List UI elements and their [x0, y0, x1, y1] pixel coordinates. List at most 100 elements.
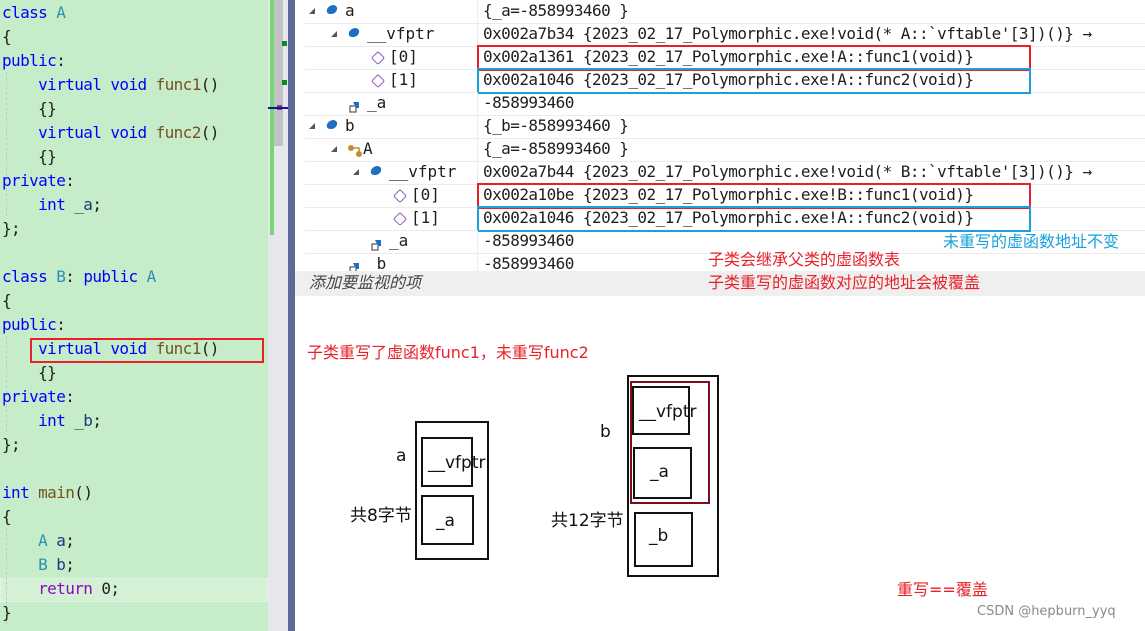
collapse-triangle-icon[interactable] — [309, 8, 315, 14]
watch-row[interactable]: _a -858993460 — [305, 92, 1145, 116]
code-token: : — [65, 267, 84, 286]
code-token: main — [38, 483, 75, 502]
column-separator — [477, 161, 478, 184]
field-icon — [349, 97, 359, 113]
code-token: _b — [74, 411, 93, 430]
object-icon — [369, 166, 383, 175]
code-line: private: — [2, 385, 75, 409]
code-token: int — [2, 483, 39, 502]
column-separator — [477, 138, 478, 161]
pane-splitter[interactable] — [288, 0, 295, 631]
watch-name-cell: __vfptr — [305, 23, 475, 46]
watch-row[interactable]: [1] 0x002a1046 {2023_02_17_Polymorphic.ex… — [305, 68, 1145, 94]
column-separator — [477, 115, 478, 138]
watch-name: __vfptr — [367, 24, 435, 43]
code-line: public: — [2, 313, 66, 337]
method-icon — [392, 188, 408, 204]
code-line: {} — [2, 361, 57, 385]
diagram-a-vfptr-label: __vfptr — [428, 453, 486, 473]
watch-name: [1] — [411, 208, 440, 227]
code-token: _a — [74, 195, 93, 214]
watch-row[interactable]: __vfptr 0x002a7b44 {2023_02_17_Polymorphi… — [305, 161, 1145, 185]
diagram-a-label: a — [396, 446, 407, 466]
watch-name: __vfptr — [389, 162, 457, 181]
code-line: int _b; — [2, 409, 102, 433]
watch-row[interactable]: __vfptr 0x002a7b34 {2023_02_17_Polymorphi… — [305, 23, 1145, 47]
watch-name-cell: [0] — [305, 184, 475, 207]
diagram-b-size: 共12字节 — [551, 511, 624, 531]
watch-row[interactable]: A {_a=-858993460 } — [305, 138, 1145, 162]
func1-override-highlight — [30, 338, 264, 363]
code-token: class — [2, 267, 57, 286]
code-token: return — [2, 579, 102, 598]
watch-value: 0x002a7b34 {2023_02_17_Polymorphic.exe!v… — [483, 24, 1092, 43]
note-override-address: 子类重写的虚函数对应的地址会被覆盖 — [708, 273, 981, 292]
code-line: class A — [2, 1, 66, 25]
note-override-summary: 子类重写了虚函数func1，未重写func2 — [307, 343, 589, 362]
watch-name: b — [345, 116, 355, 135]
add-watch-placeholder: 添加要监视的项 — [309, 273, 422, 292]
code-token: : — [56, 51, 66, 70]
column-separator — [477, 230, 478, 253]
collapse-triangle-icon[interactable] — [331, 146, 337, 152]
watch-name-cell: __vfptr — [305, 161, 475, 184]
collapse-triangle-icon[interactable] — [331, 31, 337, 37]
code-token: ; — [65, 531, 75, 550]
code-line: } — [2, 601, 12, 625]
note-override-equals: 重写==覆盖 — [897, 580, 988, 599]
note-inherit-vtable: 子类会继承父类的虚函数表 — [708, 250, 901, 269]
code-line: A a; — [2, 529, 75, 553]
collapse-triangle-icon[interactable] — [353, 169, 359, 175]
code-token: int — [2, 411, 75, 430]
code-token: B — [38, 555, 48, 574]
watch-value: {_b=-858993460 } — [483, 116, 629, 135]
collapse-triangle-icon[interactable] — [309, 123, 315, 129]
watch-name-cell: [1] — [305, 207, 475, 230]
code-line: { — [2, 289, 12, 313]
field-icon — [371, 235, 381, 251]
code-editor[interactable]: class A{public: virtual void func1() {} … — [0, 0, 268, 631]
watch-name: [1] — [389, 70, 418, 89]
code-token: private — [2, 171, 66, 190]
field-icon — [349, 258, 359, 274]
method-icon — [370, 73, 386, 89]
diagram-b-label: b — [600, 422, 611, 442]
code-token: { — [2, 27, 12, 46]
column-separator — [477, 23, 478, 46]
code-token: () — [200, 75, 220, 94]
watch-row[interactable]: [0] 0x002a1361 {2023_02_17_Polymorphic.ex… — [305, 45, 1145, 71]
code-token: : — [65, 171, 75, 190]
code-token: : — [56, 315, 66, 334]
watch-name-cell: A — [305, 138, 475, 161]
code-token: virtual void — [2, 123, 156, 142]
code-line: int _a; — [2, 193, 102, 217]
column-separator — [477, 92, 478, 115]
watch-name: a — [345, 1, 355, 20]
watch-name: [0] — [389, 47, 418, 66]
diagram-a-field-a-label: _a — [436, 511, 455, 531]
scrollbar-thumb[interactable] — [274, 0, 283, 146]
watch-name-cell: _a — [305, 92, 475, 115]
code-line: private: — [2, 169, 75, 193]
watch-row[interactable]: a {_a=-858993460 } — [305, 0, 1145, 24]
watch-name: _a — [367, 93, 387, 112]
watch-row[interactable]: b {_b=-858993460 } — [305, 115, 1145, 139]
code-token: } — [2, 603, 12, 622]
code-token: {} — [2, 363, 57, 382]
code-line: virtual void func1() — [2, 73, 219, 97]
code-token: { — [2, 291, 12, 310]
watch-value: -858993460 — [483, 93, 574, 112]
code-token: { — [2, 507, 12, 526]
code-token: A — [56, 3, 66, 22]
watch-name-cell: [1] — [305, 69, 475, 92]
watch-name-cell: a — [305, 0, 475, 23]
code-token: func2 — [155, 123, 202, 142]
code-line: }; — [2, 433, 21, 457]
code-line: { — [2, 25, 12, 49]
code-line: int main() — [2, 481, 93, 505]
scroll-marker — [282, 80, 287, 85]
watch-row[interactable]: [0] 0x002a10be {2023_02_17_Polymorphic.ex… — [305, 183, 1145, 209]
caret-position-marker — [268, 107, 288, 109]
